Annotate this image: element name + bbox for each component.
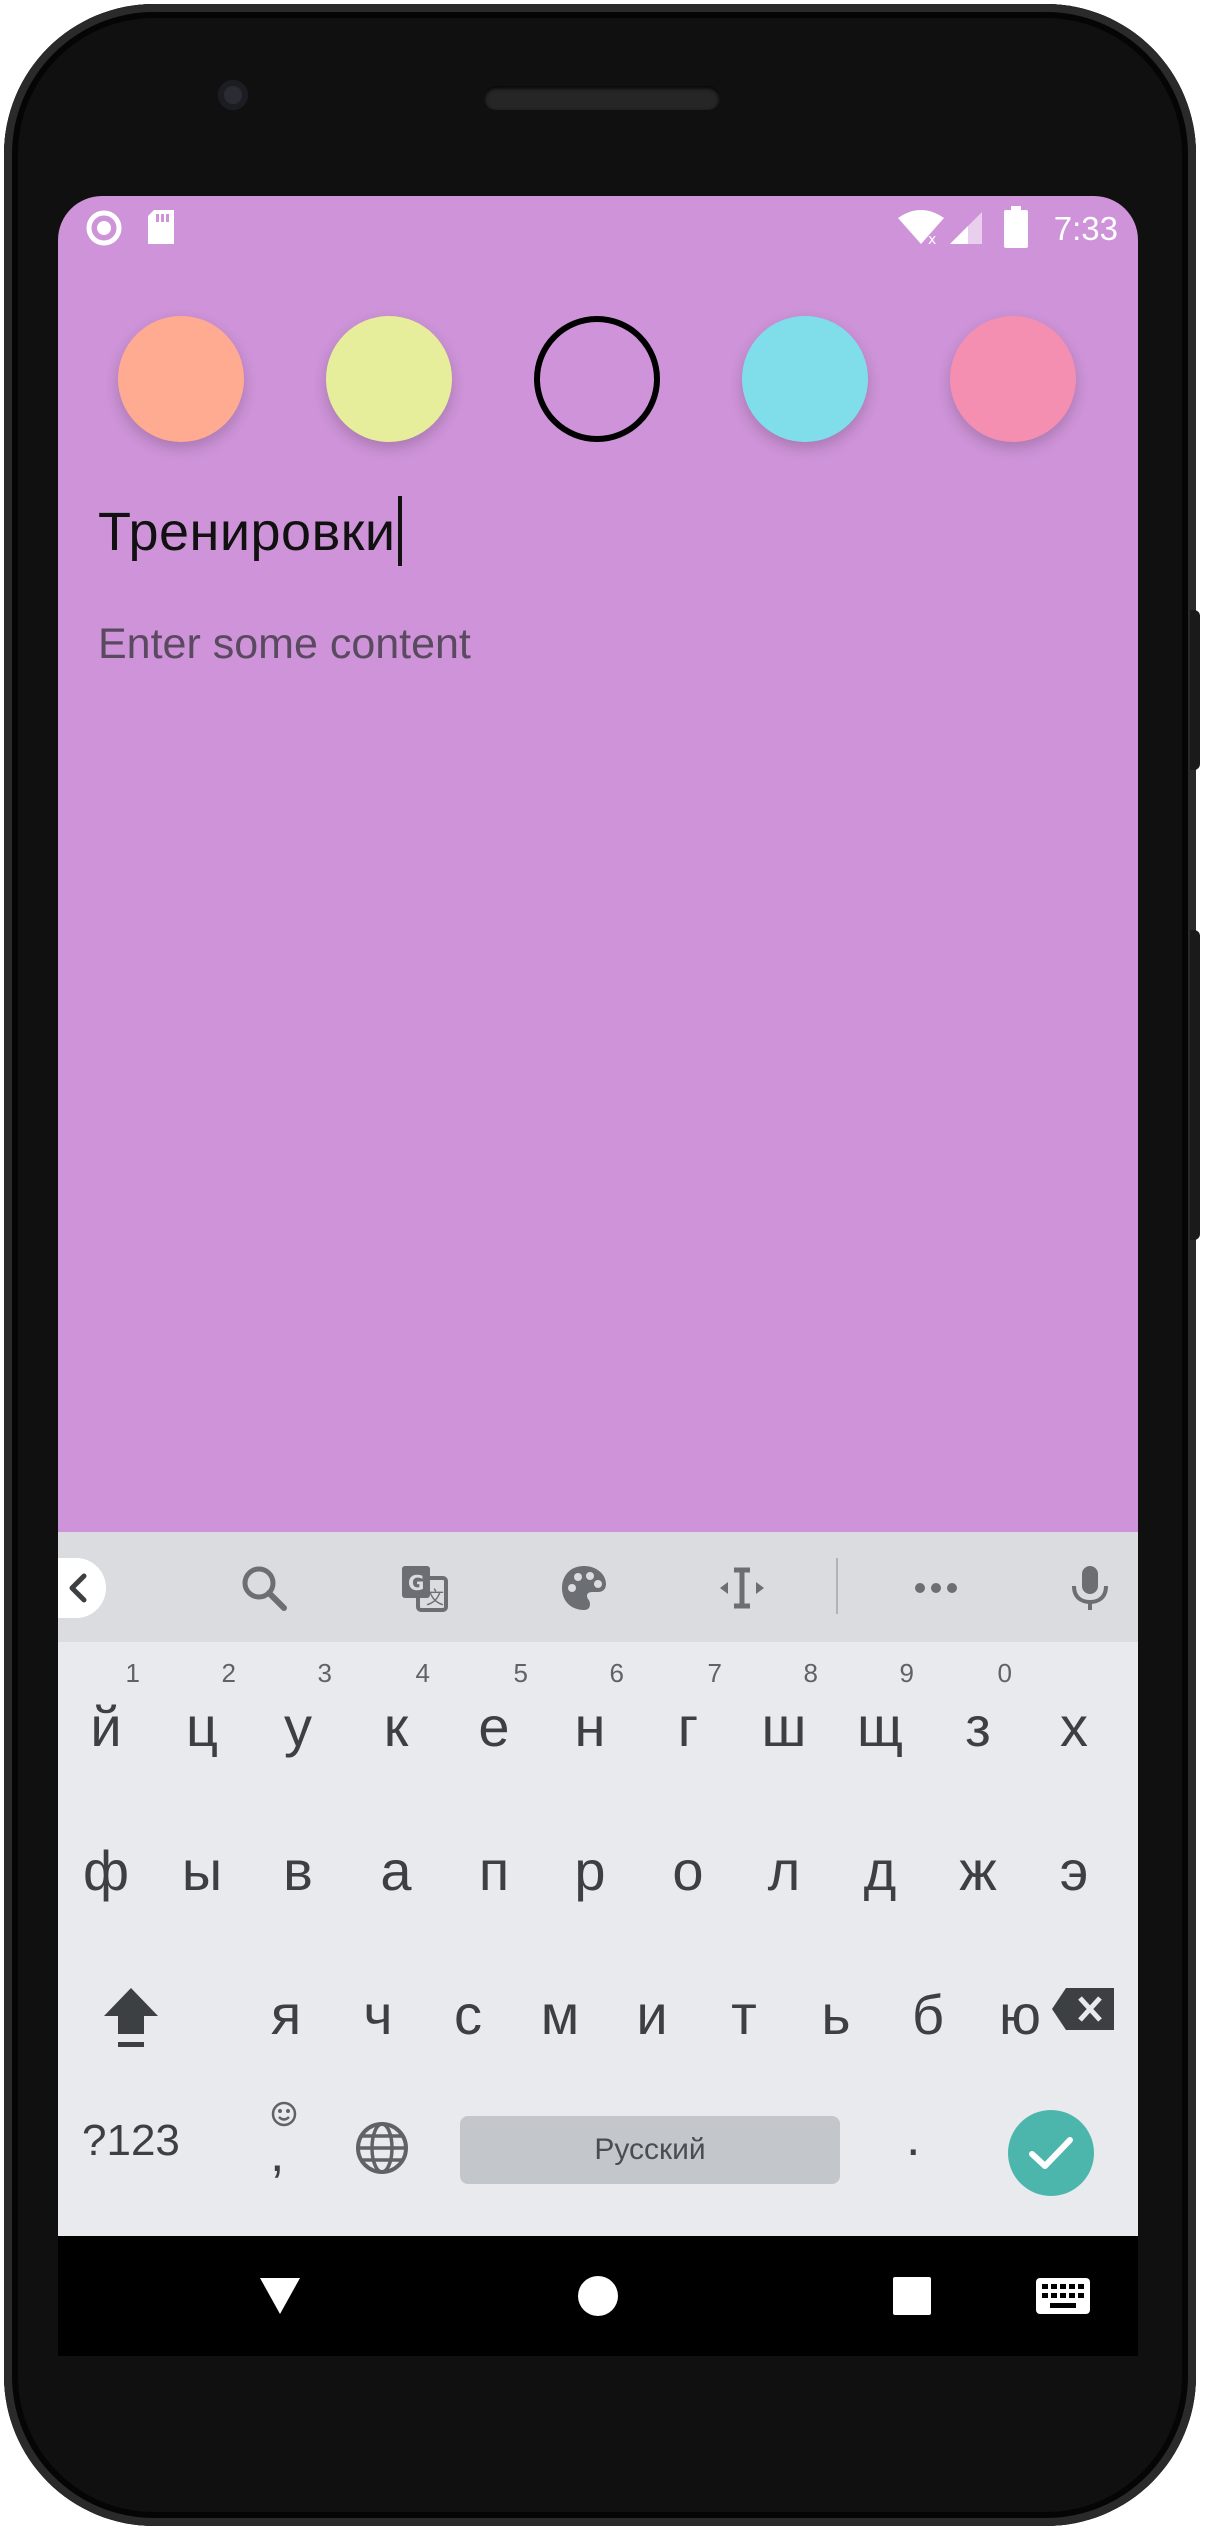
key[interactable]: 1й (58, 1656, 154, 1786)
swatch-peach[interactable] (118, 316, 244, 442)
key[interactable]: 6н (542, 1656, 638, 1786)
key[interactable]: с (420, 1944, 516, 2074)
key[interactable]: м (512, 1944, 608, 2074)
enter-check-icon[interactable] (1008, 2110, 1094, 2196)
color-picker (58, 316, 1138, 446)
shift-icon[interactable] (76, 1944, 186, 2074)
globe-icon[interactable] (354, 2120, 410, 2181)
key[interactable]: б (880, 1944, 976, 2074)
key[interactable]: 3у (250, 1656, 346, 1786)
svg-text:文: 文 (426, 1588, 444, 1609)
mic-icon[interactable] (1064, 1562, 1116, 1614)
key[interactable]: я (238, 1944, 334, 2074)
key[interactable]: 8ш (736, 1656, 832, 1786)
back-icon[interactable] (258, 2276, 302, 2321)
key[interactable]: 0з (930, 1656, 1026, 1786)
key[interactable]: х (1026, 1656, 1122, 1786)
record-circle-icon (86, 210, 122, 251)
status-bar: x 7:33 (58, 196, 1138, 262)
key[interactable]: ч (330, 1944, 426, 2074)
sd-card-icon (146, 208, 176, 251)
note-editor-screen: x 7:33 Тренировки Enter some content G 文… (58, 196, 1138, 2236)
power-button (1190, 610, 1200, 770)
wifi-icon: x (896, 210, 946, 251)
search-icon[interactable] (238, 1562, 290, 1614)
swatch-yellow[interactable] (326, 316, 452, 442)
collapse-icon[interactable] (58, 1558, 106, 1618)
key[interactable]: д (832, 1800, 928, 1930)
front-camera (218, 80, 248, 110)
key[interactable]: ф (58, 1800, 154, 1930)
more-icon[interactable] (910, 1562, 962, 1614)
key[interactable]: 2ц (154, 1656, 250, 1786)
note-title-text: Тренировки (98, 502, 396, 562)
key[interactable]: э (1026, 1800, 1122, 1930)
key[interactable]: а (348, 1800, 444, 1930)
keyboard-row-3: я ч с м и т ь б ю (58, 1944, 1138, 2084)
key[interactable]: п (446, 1800, 542, 1930)
key[interactable]: 5е (446, 1656, 542, 1786)
text-caret (397, 496, 402, 566)
key[interactable]: ы (154, 1800, 250, 1930)
note-title-input[interactable]: Тренировки (98, 496, 402, 566)
key[interactable]: в (250, 1800, 346, 1930)
comma-emoji-key[interactable]: , (254, 2100, 314, 2200)
translate-icon[interactable]: G文 (398, 1562, 450, 1614)
period-key[interactable]: . (906, 2108, 920, 2168)
text-cursor-icon[interactable] (716, 1562, 768, 1614)
svg-text:G: G (408, 1571, 424, 1595)
space-key[interactable]: Русский (460, 2116, 840, 2184)
key[interactable]: л (736, 1800, 832, 1930)
symbols-key[interactable]: ?123 (82, 2116, 180, 2166)
palette-icon[interactable] (558, 1562, 610, 1614)
svg-text:x: x (928, 232, 936, 246)
key[interactable]: 4к (348, 1656, 444, 1786)
toolbar-divider (836, 1558, 838, 1614)
key[interactable]: о (640, 1800, 736, 1930)
recents-icon[interactable] (892, 2276, 932, 2321)
volume-button (1190, 930, 1200, 1240)
backspace-icon[interactable] (1028, 1944, 1138, 2074)
earpiece-speaker (484, 86, 720, 110)
keyboard-row-1: 1й 2ц 3у 4к 5е 6н 7г 8ш 9щ 0з х (58, 1656, 1138, 1796)
note-content-input[interactable]: Enter some content (98, 620, 471, 669)
status-time: 7:33 (1053, 210, 1118, 247)
swatch-purple-selected[interactable] (534, 316, 660, 442)
key[interactable]: т (696, 1944, 792, 2074)
keyboard-row-2: ф ы в а п р о л д ж э (58, 1800, 1138, 1940)
key[interactable]: р (542, 1800, 638, 1930)
keyboard-switch-icon[interactable] (1036, 2278, 1090, 2319)
navigation-bar (58, 2236, 1138, 2356)
battery-icon (1004, 206, 1028, 253)
comma-label: , (270, 2125, 285, 2183)
swatch-cyan[interactable] (742, 316, 868, 442)
home-icon[interactable] (576, 2274, 620, 2323)
key[interactable]: 9щ (832, 1656, 928, 1786)
cell-signal-icon (948, 210, 984, 251)
keyboard-toolbar: G文 (58, 1532, 1138, 1642)
key[interactable]: ь (788, 1944, 884, 2074)
swatch-pink[interactable] (950, 316, 1076, 442)
key[interactable]: 7г (640, 1656, 736, 1786)
key[interactable]: и (604, 1944, 700, 2074)
key[interactable]: ж (930, 1800, 1026, 1930)
